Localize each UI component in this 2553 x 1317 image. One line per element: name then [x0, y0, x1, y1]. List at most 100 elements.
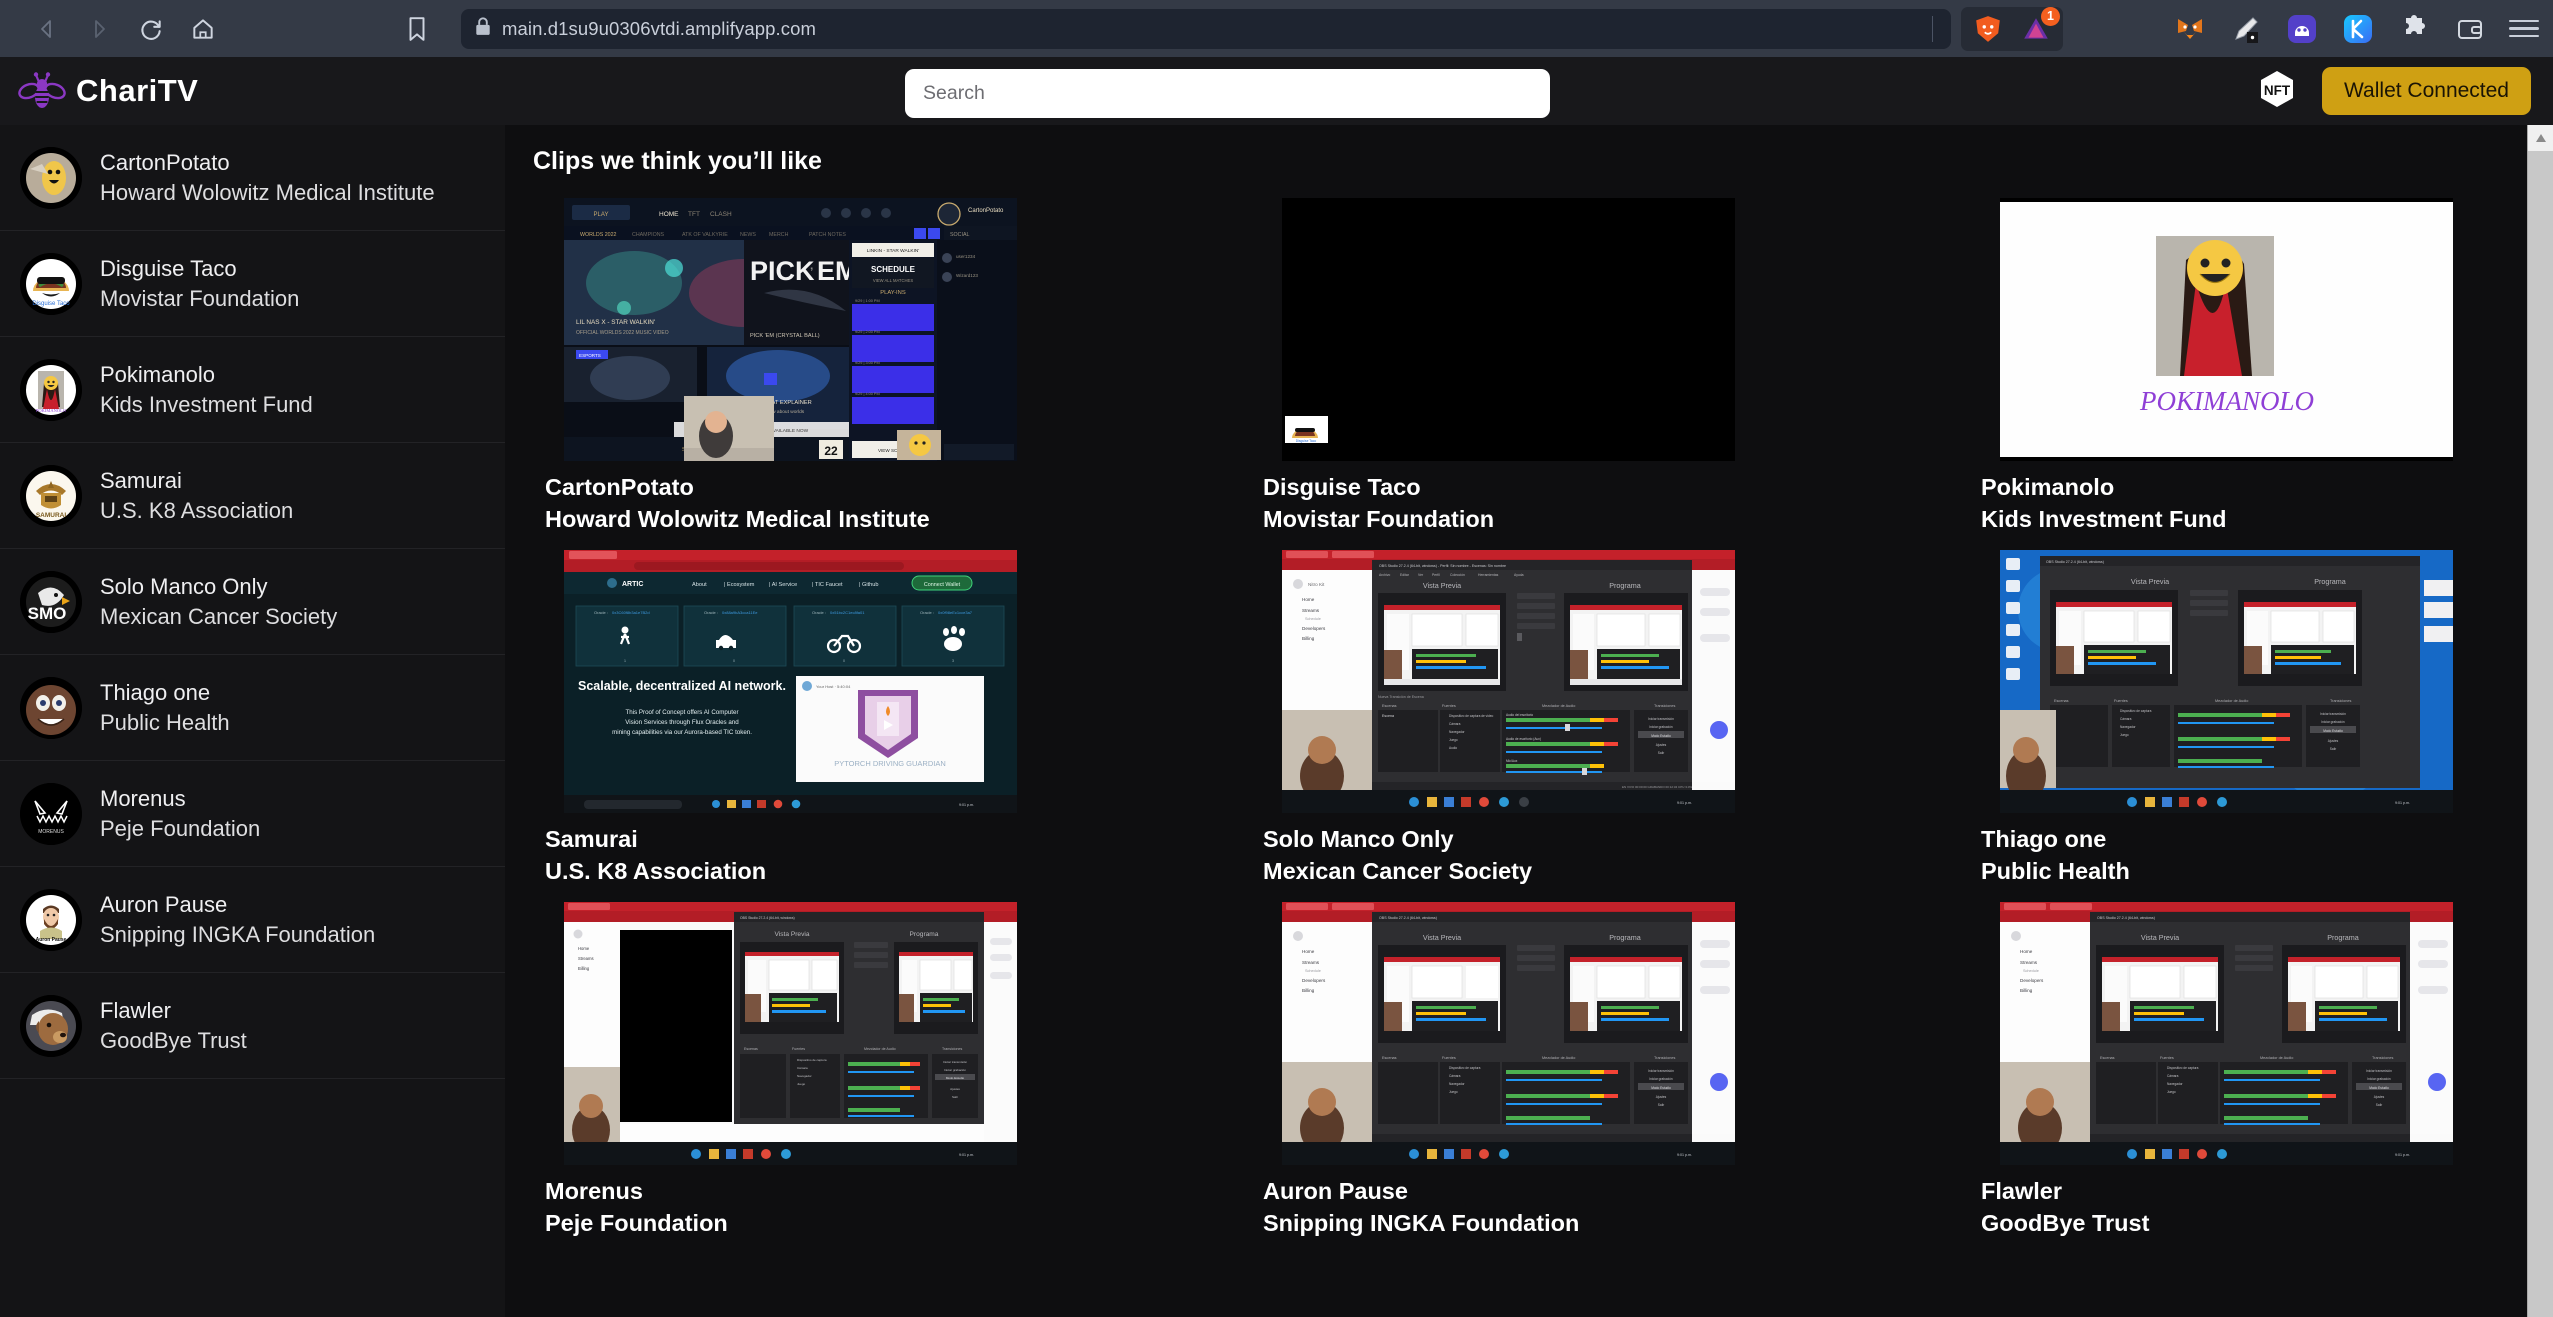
wallet-connected-button[interactable]: Wallet Connected	[2322, 67, 2531, 115]
clip-name: Solo Manco Only	[1263, 825, 1454, 852]
clip-card[interactable]: Disguise Taco Disguise Taco Movistar Fou…	[1245, 198, 1963, 536]
svg-text:Mezclador de Audio: Mezclador de Audio	[1542, 704, 1575, 708]
svg-text:9:01 p.m.: 9:01 p.m.	[1677, 1153, 1692, 1157]
svg-text:Escenas: Escenas	[2100, 1056, 2115, 1060]
svg-text:SOCIAL: SOCIAL	[950, 232, 969, 238]
svg-text:Schedule: Schedule	[1305, 617, 1321, 621]
svg-text:Streams: Streams	[1302, 608, 1320, 613]
svg-text:Cámara: Cámara	[2167, 1074, 2179, 1078]
pokimanolo-thumb[interactable]: POKIMANOLO	[2000, 198, 2453, 461]
browser-menu-icon[interactable]	[2509, 19, 2539, 38]
artic-site-thumb[interactable]: ARTIC About | Ecosystem | AI Service | T…	[564, 549, 1017, 813]
forward-button[interactable]	[76, 6, 122, 52]
svg-text:Transiciones: Transiciones	[1654, 1056, 1675, 1060]
sidebar-item-samurai[interactable]: SAMURAI Samurai U.S. K8 Association	[0, 443, 505, 549]
svg-text:Programa: Programa	[2314, 577, 2346, 586]
reload-button[interactable]	[128, 6, 174, 52]
lol-client-thumb[interactable]: PLAY HOME TFT CLASH CartonPotato WORLDS …	[564, 198, 1017, 461]
sidebar-item-auron-pause[interactable]: Auron Pause Auron Pause Snipping INGKA F…	[0, 867, 505, 973]
svg-text:LINKIN - STAR WALKIN': LINKIN - STAR WALKIN'	[867, 248, 920, 254]
svg-text:Vista Previa: Vista Previa	[2141, 933, 2179, 942]
svg-text:| TIC Faucet: | TIC Faucet	[812, 582, 843, 588]
sidebar-item-name: Disguise Taco	[100, 255, 237, 281]
svg-text:Juego: Juego	[2167, 1090, 2176, 1094]
brave-rewards-icon[interactable]: 1	[2019, 6, 2060, 46]
svg-text:Programa: Programa	[1609, 581, 1641, 590]
svg-text:Escena: Escena	[1382, 714, 1394, 718]
clip-org: Mexican Cancer Society	[1263, 858, 1533, 885]
sidebar-item-thiago-one[interactable]: Thiago one Public Health	[0, 655, 505, 761]
svg-text:Salir: Salir	[952, 1095, 958, 1099]
clip-card[interactable]: POKIMANOLO Pokimanolo Kids Investment Fu…	[1963, 198, 2553, 536]
svg-text:Mezclador de Audio: Mezclador de Audio	[1542, 1056, 1575, 1060]
scrollbar-thumb[interactable]	[2528, 151, 2553, 511]
scroll-up-arrow-icon[interactable]	[2528, 125, 2553, 151]
black-taco-thumb[interactable]: Disguise Taco	[1282, 198, 1735, 461]
clip-card[interactable]: OBS Studio 27.2.4 (64-bit, windows) Vist…	[1963, 549, 2553, 888]
svg-text:Home: Home	[1302, 597, 1315, 602]
svg-text:Streams: Streams	[2020, 960, 2038, 965]
puzzle-extensions-icon[interactable]	[2397, 12, 2431, 46]
sidebar-item-pokimanolo[interactable]: POKIMANOLO Pokimanolo Kids Investment Fu…	[0, 337, 505, 443]
svg-text:PICK: PICK	[750, 256, 815, 286]
clip-caption: Solo Manco Only Mexican Cancer Society	[1245, 813, 1963, 888]
main-content: Clips we think you’ll like PLAY HOME TFT…	[505, 125, 2553, 1317]
sidebar-item-org: Snipping INGKA Foundation	[100, 921, 376, 947]
svg-text:Mic/Aux: Mic/Aux	[1506, 759, 1518, 763]
sidebar-item-org: Movistar Foundation	[100, 285, 300, 311]
sidebar-item-flawler[interactable]: Flawler GoodBye Trust	[0, 973, 505, 1079]
clip-card[interactable]: PLAY HOME TFT CLASH CartonPotato WORLDS …	[527, 198, 1245, 536]
clip-card[interactable]: Home Streams Schedule Developers Billing O…	[1245, 901, 1963, 1240]
clip-card[interactable]: Home Streams Billing OBS Studio 27.2.4 (64…	[527, 901, 1245, 1240]
sidebar-item-disguise-taco[interactable]: Disguise Taco Disguise Taco Movistar Fou…	[0, 231, 505, 337]
svg-text:PICK 'EM (CRYSTAL BALL): PICK 'EM (CRYSTAL BALL)	[750, 333, 820, 339]
svg-text:Scalable, decentralized AI net: Scalable, decentralized AI network.	[578, 679, 786, 693]
obs-black-panel-thumb[interactable]: Home Streams Billing OBS Studio 27.2.4 (64…	[564, 901, 1017, 1165]
nft-hexagon-icon[interactable]: NFT	[2258, 69, 2296, 114]
sidebar-item-org: Howard Wolowitz Medical Institute	[100, 179, 435, 205]
svg-text:Herramientas: Herramientas	[1478, 573, 1499, 577]
brave-shields-icon[interactable]	[1971, 12, 2005, 46]
sidebar-item-morenus[interactable]: MORENUS Morenus Peje Foundation	[0, 761, 505, 867]
svg-text:Vision Services through Flux O: Vision Services through Flux Oracles and	[625, 719, 739, 726]
brand-logo[interactable]: ChariTV	[18, 65, 523, 118]
sidebar-item-text: Flawler GoodBye Trust	[100, 998, 247, 1054]
ghost-extension-icon[interactable]	[2285, 12, 2319, 46]
obs-blue-desktop-thumb[interactable]: OBS Studio 27.2.4 (64-bit, windows) Vist…	[2000, 549, 2453, 813]
obs-studio-thumb[interactable]: Home Streams Schedule Developers Billing O…	[2000, 901, 2453, 1165]
svg-text:Vista Previa: Vista Previa	[774, 931, 809, 938]
svg-text:PLAY-INS: PLAY-INS	[880, 290, 906, 296]
svg-text:9/29 | 1:00 PM: 9/29 | 1:00 PM	[855, 299, 880, 303]
obs-studio-thumb[interactable]: Home Streams Schedule Developers Billing O…	[1282, 901, 1735, 1165]
url-text: main.d1su9u0306vtdi.amplifyapp.com	[502, 17, 816, 39]
svg-text:ESPORTS: ESPORTS	[579, 353, 601, 358]
keplr-extension-icon[interactable]	[2341, 12, 2375, 46]
page-body: CartonPotato Howard Wolowitz Medical Ins…	[0, 125, 2553, 1317]
clip-card[interactable]: Home Streams Schedule Developers Billing O…	[1963, 901, 2553, 1240]
svg-text:Dispositivo de captura: Dispositivo de captura	[2120, 709, 2152, 713]
sidebar-item-solo-manco-only[interactable]: SMO Solo Manco Only Mexican Cancer Socie…	[0, 549, 505, 655]
clip-name: Disguise Taco	[1263, 474, 1421, 500]
svg-text:Home: Home	[578, 946, 590, 951]
search-input[interactable]	[905, 69, 1550, 118]
sidebar-item-cartonpotato[interactable]: CartonPotato Howard Wolowitz Medical Ins…	[0, 125, 505, 231]
page-title: Clips we think you’ll like	[533, 147, 822, 175]
svg-text:Navegador: Navegador	[797, 1074, 812, 1078]
clip-card[interactable]: Nitro Kit Home Streams Schedule Developer…	[1245, 549, 1963, 888]
home-button[interactable]	[180, 6, 226, 52]
metamask-extension-icon[interactable]	[2173, 12, 2207, 46]
dog-avatar	[20, 994, 82, 1057]
address-bar[interactable]: main.d1su9u0306vtdi.amplifyapp.com	[461, 8, 1951, 49]
page-scrollbar[interactable]	[2527, 125, 2553, 1317]
svg-text:ARTIC: ARTIC	[622, 581, 643, 588]
back-button[interactable]	[24, 6, 70, 52]
pencil-extension-icon[interactable]	[2229, 12, 2263, 46]
browser-toolbar: main.d1su9u0306vtdi.amplifyapp.com 1	[0, 0, 2553, 57]
bookmark-icon[interactable]	[395, 6, 439, 52]
obs-studio-thumb[interactable]: Nitro Kit Home Streams Schedule Developer…	[1282, 549, 1735, 813]
svg-text:Ajustes: Ajustes	[2374, 1095, 2385, 1099]
wallet-extension-icon[interactable]	[2453, 12, 2487, 46]
address-bar-right-icons	[1928, 15, 1937, 42]
svg-text:Schedule: Schedule	[1305, 969, 1321, 973]
clip-card[interactable]: ARTIC About | Ecosystem | AI Service | T…	[527, 549, 1245, 888]
